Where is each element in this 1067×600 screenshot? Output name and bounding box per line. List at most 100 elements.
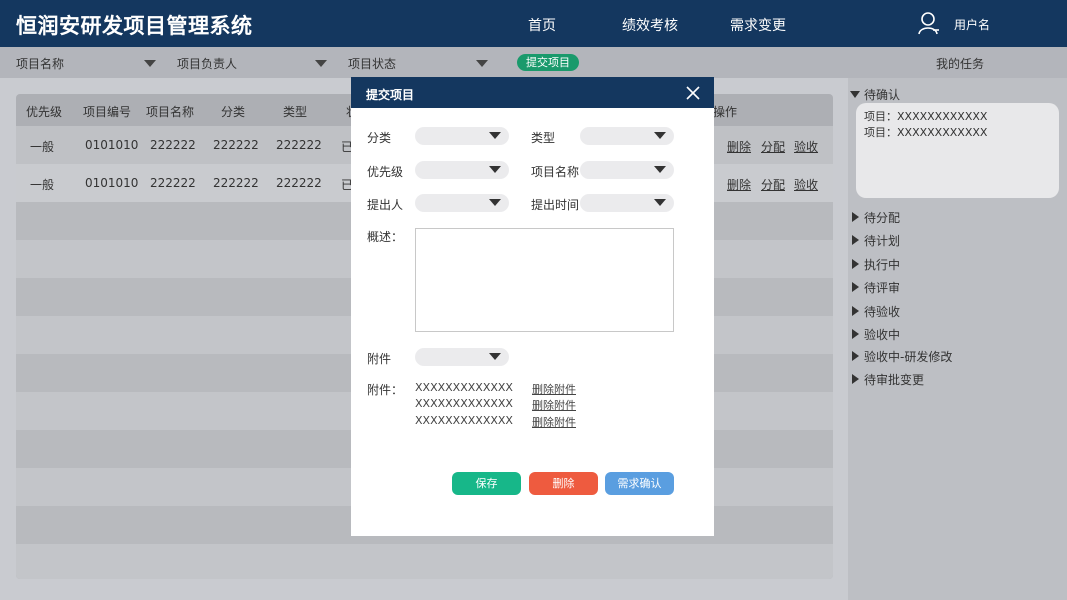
confirm-requirement-button[interactable]: 需求确认 [605,472,674,495]
column-header[interactable]: 类型 [283,103,307,120]
proposed-time-label: 提出时间 [531,198,580,212]
chevron-down-icon [476,60,488,67]
task-group-to-review[interactable]: 待评审 [848,278,1067,296]
summary-textarea[interactable] [415,228,674,332]
cell-category: 222222 [213,176,259,190]
priority-select[interactable] [415,161,509,179]
task-group-in-progress[interactable]: 执行中 [848,255,1067,273]
column-header[interactable]: 项目名称 [146,103,194,120]
my-tasks-panel: 待确认 项目：XXXXXXXXXXXX 项目：XXXXXXXXXXXX 待分配 … [848,78,1067,600]
proposed-time-select[interactable] [580,194,674,212]
column-header[interactable]: 优先级 [26,103,62,120]
task-group-pending-confirm[interactable]: 待确认 [848,85,1067,103]
task-group-accepting-dev-fix[interactable]: 验收中-研发修改 [848,347,1067,365]
my-tasks-title: 我的任务 [936,57,985,71]
filter-owner-select[interactable] [244,53,327,73]
chevron-down-icon [489,199,501,206]
attachment-label: 附件 [367,352,392,366]
column-header[interactable]: 分类 [221,103,245,120]
user-name[interactable]: 用户名 [954,16,990,33]
category-label: 分类 [367,131,392,145]
collapsed-arrow-icon [852,282,859,292]
nav-home[interactable]: 首页 [528,15,556,35]
category-select[interactable] [415,127,509,145]
task-group-label: 待审批变更 [864,373,925,387]
project-name-select[interactable] [580,161,674,179]
project-name-label: 项目名称 [531,165,580,179]
delete-button[interactable]: 删除 [529,472,598,495]
filter-owner-label: 项目负责人 [177,57,238,71]
collapsed-arrow-icon [852,374,859,384]
expanded-arrow-icon [850,91,860,98]
column-header[interactable]: 项目编号 [83,103,131,120]
collapsed-arrow-icon [852,351,859,361]
save-button[interactable]: 保存 [452,472,521,495]
delete-attachment-link[interactable]: 删除附件 [532,414,576,430]
delete-link[interactable]: 删除 [727,176,751,193]
app-title: 恒润安研发项目管理系统 [16,14,253,38]
proposer-label: 提出人 [367,198,404,212]
cell-name: 222222 [150,176,196,190]
delete-attachment-link[interactable]: 删除附件 [532,397,576,413]
chevron-down-icon [489,166,501,173]
delete-attachment-link[interactable]: 删除附件 [532,381,576,397]
list-item[interactable]: 项目：XXXXXXXXXXXX [864,124,987,140]
assign-link[interactable]: 分配 [761,138,785,155]
type-select[interactable] [580,127,674,145]
dialog-header: 提交项目 [351,77,714,108]
chevron-down-icon [144,60,156,67]
task-group-label: 待验收 [864,305,901,319]
task-group-label: 待评审 [864,281,901,295]
task-group-unassigned[interactable]: 待分配 [848,208,1067,226]
task-group-to-accept[interactable]: 待验收 [848,302,1067,320]
collapsed-arrow-icon [852,212,859,222]
dialog-title: 提交项目 [366,88,415,102]
delete-link[interactable]: 删除 [727,138,751,155]
chevron-down-icon [489,132,501,139]
filter-bar: 项目名称 项目负责人 项目状态 提交项目 [0,47,848,78]
attachment-select[interactable] [415,348,509,366]
cell-category: 222222 [213,138,259,152]
column-header[interactable]: 操作 [713,103,737,120]
accept-link[interactable]: 验收 [794,138,818,155]
list-item[interactable]: 项目：XXXXXXXXXXXX [864,108,987,124]
submit-project-button[interactable]: 提交项目 [517,54,579,71]
type-label: 类型 [531,131,556,145]
filter-project-name-select[interactable] [70,53,156,73]
nav-requirement-change[interactable]: 需求变更 [730,15,786,35]
table-row [16,544,833,579]
task-group-label: 执行中 [864,258,901,272]
chevron-down-icon [489,353,501,360]
proposer-select[interactable] [415,194,509,212]
task-group-to-plan[interactable]: 待计划 [848,231,1067,249]
filter-status-label: 项目状态 [348,57,397,71]
assign-link[interactable]: 分配 [761,176,785,193]
attachments-list-label: 附件： [367,383,404,397]
priority-label: 优先级 [367,165,404,179]
cell-priority: 一般 [30,140,55,154]
chevron-down-icon [315,60,327,67]
collapsed-arrow-icon [852,306,859,316]
nav-performance[interactable]: 绩效考核 [622,15,678,35]
accept-link[interactable]: 验收 [794,176,818,193]
task-group-label: 验收中-研发修改 [864,350,953,364]
close-icon[interactable] [685,85,701,101]
chevron-down-icon [654,166,666,173]
filter-status-select[interactable] [402,53,488,73]
cell-priority: 一般 [30,178,55,192]
collapsed-arrow-icon [852,235,859,245]
task-group-label: 待分配 [864,211,901,225]
cell-code: 0101010 [85,176,139,190]
attachment-filename: XXXXXXXXXXXXX [415,414,513,427]
user-icon[interactable] [918,11,940,35]
summary-label: 概述： [367,230,404,244]
collapsed-arrow-icon [852,329,859,339]
cell-type: 222222 [276,138,322,152]
submit-project-dialog: 提交项目 分类 类型 优先级 项目名称 提出人 提出时间 概述： 附件 附件： … [351,77,714,536]
task-group-accepting[interactable]: 验收中 [848,325,1067,343]
pending-confirm-list: 项目：XXXXXXXXXXXX 项目：XXXXXXXXXXXX [856,103,1059,198]
task-group-change-approval[interactable]: 待审批变更 [848,370,1067,388]
cell-type: 222222 [276,176,322,190]
task-group-label: 待计划 [864,234,901,248]
attachment-filename: XXXXXXXXXXXXX [415,381,513,394]
